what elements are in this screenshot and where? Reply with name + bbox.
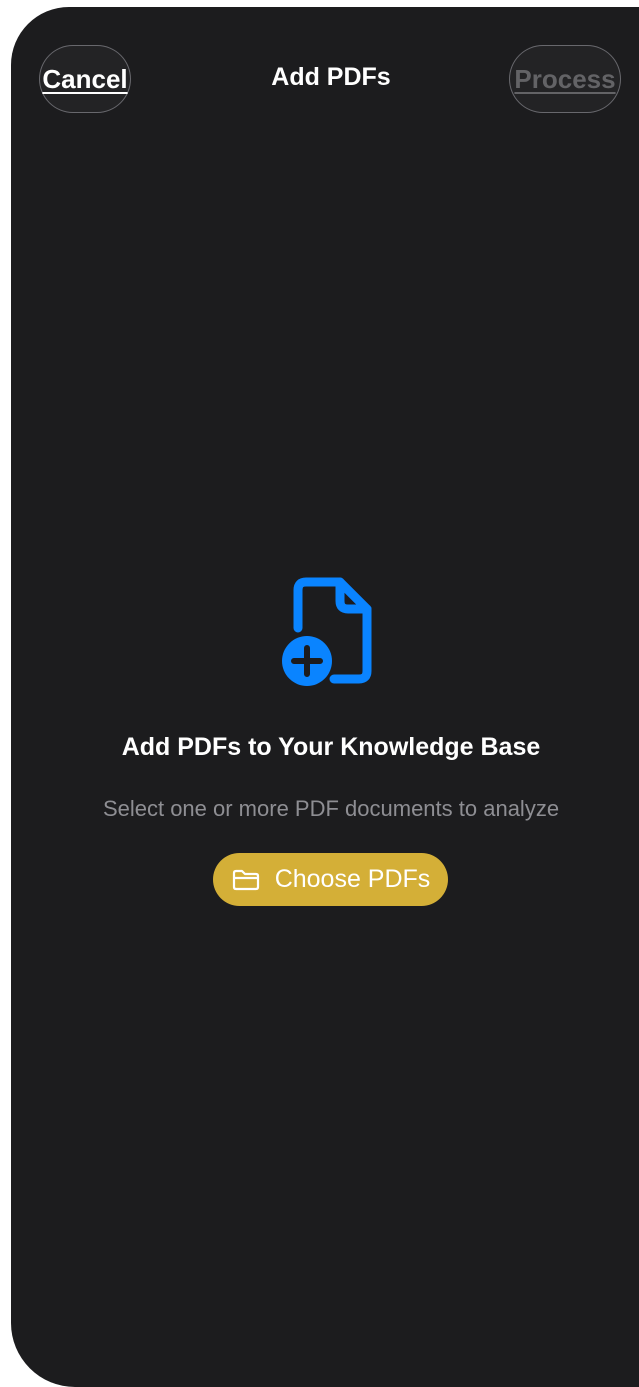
choose-pdfs-button[interactable]: Choose PDFs xyxy=(213,853,448,906)
empty-state-subtitle: Select one or more PDF documents to anal… xyxy=(102,796,560,821)
choose-pdfs-label: Choose PDFs xyxy=(274,865,431,893)
process-button[interactable]: Process xyxy=(509,45,621,113)
empty-state-title: Add PDFs to Your Knowledge Base xyxy=(121,733,541,761)
folder-icon xyxy=(232,869,259,890)
process-label: Process xyxy=(514,63,616,94)
add-pdfs-sheet: Cancel Add PDFs Process Add PDFs to Your… xyxy=(11,7,639,1387)
document-add-icon xyxy=(282,577,372,686)
